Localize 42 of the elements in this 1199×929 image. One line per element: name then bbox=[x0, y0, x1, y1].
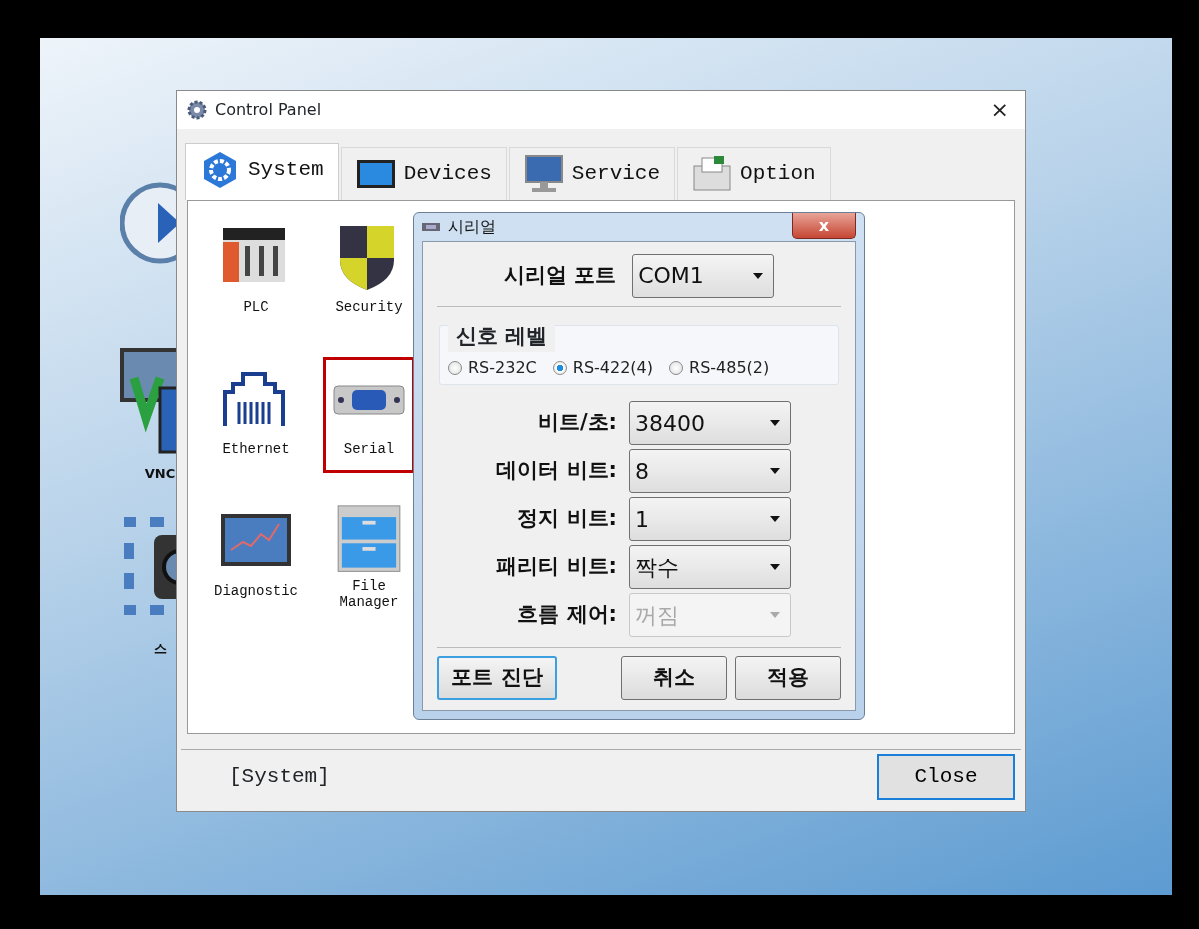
field-label: 패리티 비트: bbox=[495, 553, 617, 581]
radio-option[interactable]: RS-422(4) bbox=[552, 356, 653, 380]
control-panel-item[interactable]: PLC bbox=[210, 215, 302, 331]
control-panel-item[interactable]: Security bbox=[323, 215, 415, 331]
dialog-button[interactable]: 포트 진단 bbox=[437, 656, 557, 700]
tab[interactable]: Devices bbox=[340, 147, 507, 200]
monitor-icon bbox=[523, 154, 564, 194]
control-panel-item[interactable]: Diagnostic bbox=[210, 499, 302, 615]
dropdown-arrow-icon bbox=[770, 564, 780, 570]
window-title: Control Panel bbox=[215, 99, 322, 121]
control-panel-item[interactable]: Ethernet bbox=[210, 357, 302, 473]
dropdown-field[interactable]: 짝수 bbox=[629, 545, 791, 589]
dropdown-arrow-icon bbox=[753, 272, 764, 279]
dropdown-arrow-icon bbox=[770, 468, 780, 474]
dropdown-arrow-icon bbox=[770, 420, 780, 426]
dialog-button[interactable]: 적용 bbox=[735, 656, 841, 700]
dropdown-arrow-icon bbox=[770, 612, 780, 618]
gear-icon bbox=[187, 100, 207, 120]
field-label: 정지 비트: bbox=[516, 505, 617, 533]
tab[interactable]: Option bbox=[677, 147, 831, 200]
control-panel-item[interactable]: File Manager bbox=[323, 499, 415, 615]
dropdown-field[interactable]: 8 bbox=[629, 449, 791, 493]
dropdown-field[interactable]: 1 bbox=[629, 497, 791, 541]
field-label: 흐름 제어: bbox=[516, 601, 617, 629]
radio-option[interactable]: RS-485(2) bbox=[669, 356, 770, 380]
dialog-button[interactable]: 취소 bbox=[621, 656, 727, 700]
close-button[interactable]: Close bbox=[877, 753, 1015, 800]
tab[interactable]: System bbox=[185, 143, 339, 200]
port-dropdown[interactable]: COM1 bbox=[632, 253, 775, 298]
status-text: [System] bbox=[229, 763, 330, 790]
dropdown-arrow-icon bbox=[770, 516, 780, 522]
radio-option[interactable]: RS-232C bbox=[448, 356, 537, 380]
desktop-icon-label: VNC bbox=[144, 465, 176, 483]
field-label: 비트/초: bbox=[536, 409, 617, 437]
desktop-icon-label: 스 bbox=[153, 640, 167, 658]
dialog-title: 시리얼 bbox=[448, 215, 496, 238]
dropdown-field[interactable]: 38400 bbox=[629, 401, 791, 445]
folder-icon bbox=[692, 154, 733, 194]
field-label: 데이터 비트: bbox=[495, 457, 617, 485]
port-icon bbox=[422, 222, 440, 231]
tab[interactable]: Service bbox=[508, 147, 676, 200]
port-label: 시리얼 포트 bbox=[503, 261, 617, 289]
